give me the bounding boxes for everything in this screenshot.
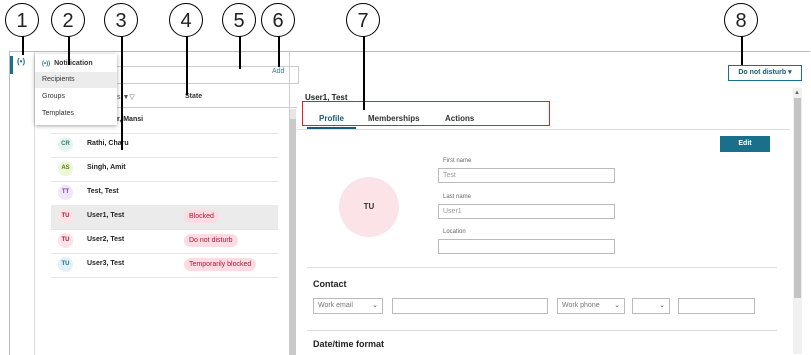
edit-button[interactable]: Edit [720, 136, 770, 152]
list-scrollbar-thumb[interactable] [289, 119, 296, 355]
location-field[interactable] [438, 239, 615, 254]
column-state[interactable]: State [185, 93, 202, 100]
detail-scrollbar-thumb[interactable] [794, 98, 801, 298]
callout-2: 2 [51, 3, 85, 37]
list-item[interactable]: CR Rathi, Charu [51, 133, 278, 158]
chevron-down-icon: ⌄ [614, 302, 620, 309]
phone-type-select[interactable]: Work phone ⌄ [557, 298, 625, 314]
callout-leader [68, 35, 70, 65]
recipient-name: User2, Test [87, 236, 125, 243]
callout-6: 6 [261, 3, 295, 37]
email-type-select[interactable]: Work email ⌄ [313, 298, 383, 314]
recipient-name: User1, Test [87, 212, 125, 219]
nav-rail: (•) [10, 52, 35, 355]
notification-broadcast-icon[interactable]: (•) [17, 57, 25, 66]
avatar: TU [58, 209, 73, 224]
availability-status-dropdown[interactable]: Do not disturb ▾ [728, 65, 802, 81]
list-item[interactable]: TU User2, Test Do not disturb [51, 229, 278, 254]
callout-leader [239, 35, 241, 69]
callout-5: 5 [222, 3, 256, 37]
callout-leader [741, 35, 743, 65]
callout-leader [363, 35, 365, 110]
first-name-label: First name [443, 158, 472, 164]
navigation-menu: (•)) Notification Recipients Groups Templ… [35, 54, 117, 125]
scroll-up-arrow-icon[interactable]: ▲ [794, 90, 800, 96]
email-field[interactable] [392, 298, 548, 314]
tab-profile[interactable]: Profile [319, 114, 344, 123]
recipient-detail-pane: User1, Test Profile Memberships Actions … [297, 87, 790, 354]
profile-avatar: TU [339, 177, 399, 237]
avatar: TU [58, 257, 73, 272]
menu-item-groups[interactable]: Groups [35, 89, 117, 105]
chevron-down-icon: ⌄ [659, 302, 665, 309]
menu-header-label: Notification [54, 60, 93, 67]
chevron-down-icon: ⌄ [372, 302, 378, 309]
last-name-label: Last name [443, 194, 472, 200]
callout-4: 4 [169, 3, 203, 37]
section-divider [307, 267, 777, 268]
menu-header-notification[interactable]: (•)) Notification [35, 56, 117, 72]
contact-section-title: Contact [313, 279, 347, 289]
rail-active-indicator [10, 56, 13, 74]
add-button[interactable]: Add [272, 68, 284, 75]
callout-7: 7 [346, 3, 380, 37]
callout-leader [186, 35, 188, 95]
last-name-field[interactable]: User1 [438, 204, 615, 219]
callout-leader [22, 35, 24, 55]
column-name-sort[interactable]: s ▼▽ [117, 93, 135, 101]
section-divider [307, 330, 777, 331]
menu-item-templates[interactable]: Templates [35, 106, 117, 122]
detail-scrollbar[interactable]: ▲ [793, 88, 802, 354]
status-badge: Blocked [184, 210, 219, 223]
phone-field[interactable] [678, 298, 755, 314]
tab-divider [297, 129, 790, 130]
status-badge: Do not disturb [184, 234, 238, 247]
status-badge: Temporarily blocked [184, 258, 257, 271]
avatar: TT [58, 185, 73, 200]
avatar: AS [58, 161, 73, 176]
callout-8: 8 [724, 3, 758, 37]
list-item[interactable]: TU User3, Test Temporarily blocked [51, 253, 278, 278]
list-scrollbar[interactable] [289, 109, 296, 355]
recipient-name: Singh, Amit [87, 164, 126, 171]
search-input[interactable] [92, 66, 299, 84]
callout-1: 1 [5, 3, 39, 37]
list-item[interactable]: TU User1, Test Blocked [51, 205, 278, 230]
menu-item-recipients[interactable]: Recipients [35, 72, 117, 88]
recipient-name: User3, Test [87, 260, 125, 267]
list-item[interactable]: TT Test, Test [51, 181, 278, 206]
pane-divider [289, 51, 290, 354]
list-item[interactable]: AS Singh, Amit [51, 157, 278, 182]
country-code-select[interactable]: ⌄ [632, 298, 670, 314]
callout-leader [121, 35, 123, 150]
tab-actions[interactable]: Actions [445, 114, 474, 123]
avatar: TU [58, 233, 73, 248]
first-name-field[interactable]: Test [438, 168, 615, 183]
avatar: CR [58, 137, 73, 152]
callout-3: 3 [104, 3, 138, 37]
notification-broadcast-icon: (•)) [42, 61, 51, 67]
email-type-value: Work email [318, 302, 353, 309]
tab-memberships[interactable]: Memberships [368, 114, 420, 123]
phone-type-value: Work phone [562, 302, 600, 309]
datetime-section-title: Date/time format [313, 339, 385, 349]
recipient-name: Test, Test [87, 188, 119, 195]
callout-leader [278, 35, 280, 67]
location-label: Location [443, 229, 466, 235]
